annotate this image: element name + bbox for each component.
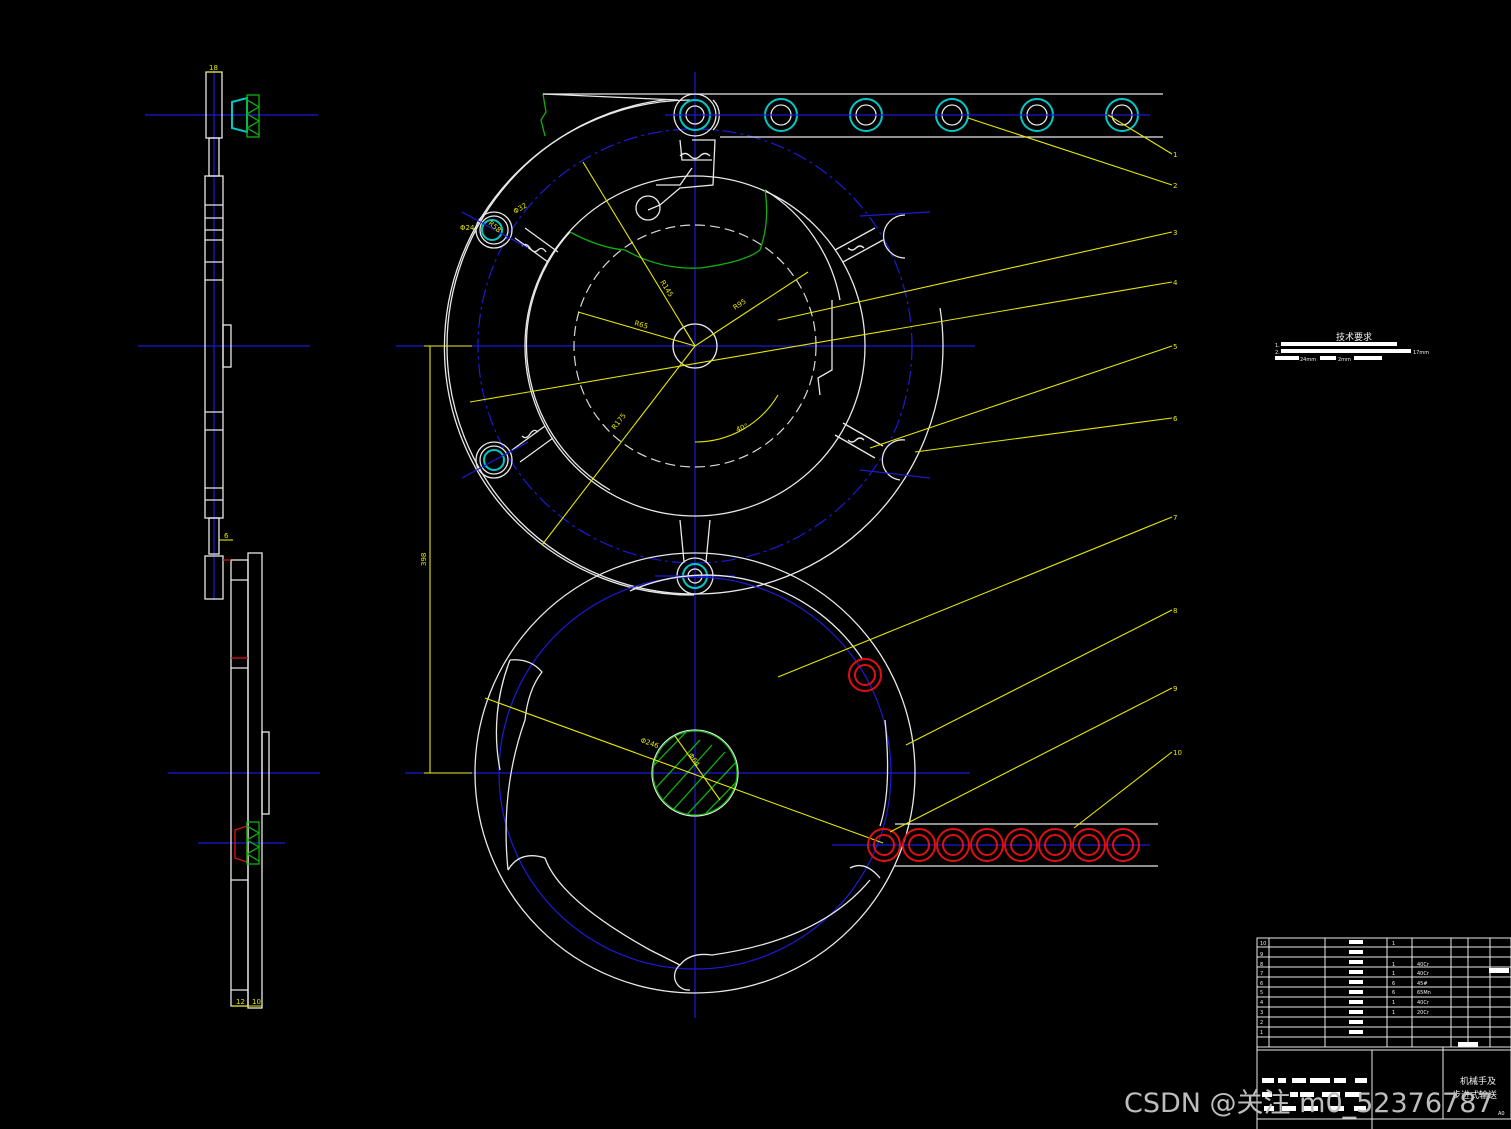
callout-6: 6 [1173,415,1178,423]
redacted-part-name [1349,1010,1363,1014]
tb-row-10-qty: 1 [1392,941,1395,947]
dim-center-distance: 398 [420,553,428,566]
tb-row-9-no: 9 [1260,952,1263,958]
callout-2: 2 [1173,182,1177,190]
tb-row-5-no: 5 [1260,990,1263,996]
tb-row-5-qty: 6 [1392,990,1395,996]
dim-side-w1: 12 [236,998,245,1006]
redacted-part-name [1349,960,1363,964]
tb-row-3-no: 3 [1260,1010,1263,1016]
lower-conveyor [832,823,1158,867]
redacted-part-name [1349,1020,1363,1024]
tb-row-2-no: 2 [1260,1020,1263,1026]
redacted-part-name [1349,990,1363,994]
callout-3: 3 [1173,229,1177,237]
redacted-title-field [1355,1078,1367,1083]
tb-row-8-material: 40Cr [1417,962,1430,968]
dim-side-width-top: 18 [209,64,218,72]
tb-row-5-material: 65Mn [1417,990,1431,996]
tb-row-4-material: 40Cr [1417,1000,1430,1006]
tb-row-6-material: 45# [1417,981,1428,987]
callout-4: 4 [1173,279,1178,287]
dim-r-top-outer: R145 [658,279,674,299]
tech-req-2-text: 24mm [1300,357,1316,363]
tech-req-3-text: 2mm [1338,357,1351,363]
dim-phi-bottom: Φ246 [639,736,660,750]
tech-req-1-text: 17mm [1413,350,1429,356]
tb-row-3-qty: 1 [1392,1010,1395,1016]
dim-phi-small: Φ24 [460,224,475,232]
redacted-title-field [1458,1042,1478,1047]
callout-7: 7 [1173,514,1177,522]
tb-row-8-no: 8 [1260,962,1263,968]
tb-row-6-no: 6 [1260,981,1263,987]
tb-row-7-material: 40Cr [1417,971,1430,977]
redacted-part-name [1349,1000,1363,1004]
tb-row-3-material: 20Cr [1417,1010,1430,1016]
tb-row-1-no: 1 [1260,1030,1263,1036]
tech-requirements: 技术要求 1. 2. 17mm 24mm 2mm [1275,331,1429,363]
cad-drawing: 18 6 12 10 R145 R65 R95 R175 40° Φ24 Φ32… [138,64,1511,1129]
upper-conveyor [540,93,1163,138]
tb-row-8-qty: 1 [1392,962,1395,968]
csdn-watermark: CSDN @关注 m0_52376787 [1124,1088,1494,1119]
dim-phi-pin: Φ32 [512,202,528,216]
callout-1: 1 [1173,151,1177,159]
dim-angle: 40° [735,422,749,434]
center-distance-dim: 398 [420,345,472,774]
tb-row-6-qty: 6 [1392,981,1395,987]
tb-sheet-size: A0 [1498,1111,1505,1117]
redacted-title-field [1334,1078,1346,1083]
redacted-title-field [1278,1078,1286,1083]
redacted-part-name [1349,980,1363,984]
leader-lines: 1 2 3 4 5 6 7 8 9 10 [469,114,1182,833]
redacted-part-name [1349,940,1363,944]
tb-row-7-qty: 1 [1392,971,1395,977]
dim-phi-shaft: Φ64 [686,752,701,769]
redacted-part-name [1349,970,1363,974]
callout-10: 10 [1173,749,1182,757]
tech-requirements-title: 技术要求 [1336,331,1372,343]
dim-side-gap: 6 [224,532,229,540]
callout-8: 8 [1173,607,1177,615]
redacted-title-field [1262,1078,1274,1083]
redacted-title-field [1310,1078,1330,1083]
callout-9: 9 [1173,685,1177,693]
dim-side-w2: 10 [252,998,261,1006]
redacted-title-field [1292,1078,1306,1083]
tb-row-4-no: 4 [1260,1000,1263,1006]
tech-req-2-index: 2. [1275,350,1280,356]
tb-row-7-no: 7 [1260,971,1263,977]
redacted-title-field [1489,968,1509,973]
tb-row-4-qty: 1 [1392,1000,1395,1006]
side-view: 18 6 12 10 [138,64,320,1009]
redacted-part-name [1349,950,1363,954]
tb-row-10-no: 10 [1260,941,1266,947]
callout-5: 5 [1173,343,1177,351]
tb-title-line1: 机械手及 [1460,1075,1496,1087]
tech-req-1-index: 1. [1275,343,1280,349]
redacted-part-name [1349,1030,1363,1034]
dim-r-sweep: R175 [610,412,628,431]
dim-r-top-mid: R95 [732,297,748,311]
